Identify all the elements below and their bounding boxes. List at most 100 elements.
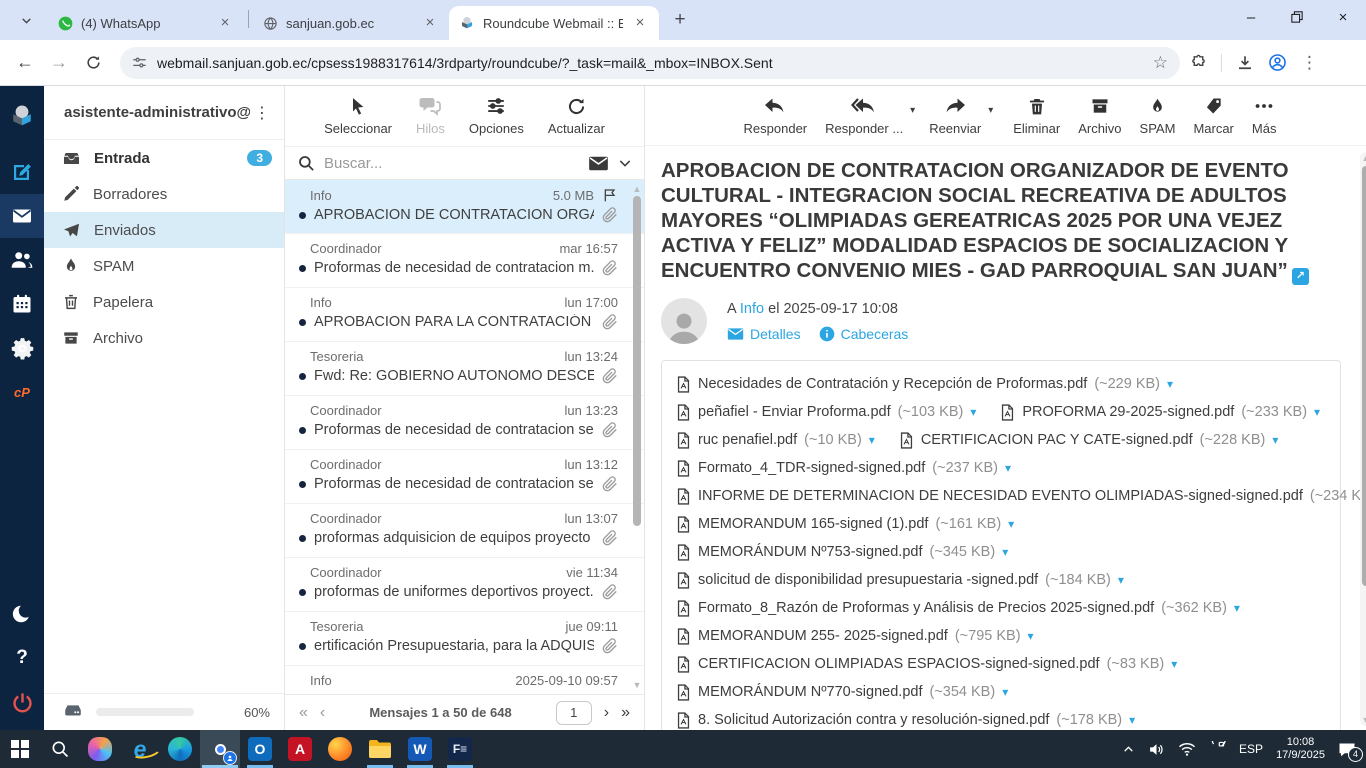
options-button[interactable]: Opciones (469, 93, 524, 146)
mail-nav-button[interactable] (0, 194, 44, 238)
scrollbar-thumb[interactable] (633, 196, 641, 526)
chrome-button[interactable] (200, 730, 240, 768)
address-bar[interactable]: webmail.sanjuan.gob.ec/cpsess1988317614/… (120, 47, 1180, 79)
attachment-menu-caret[interactable]: ▾ (1028, 629, 1034, 643)
refresh-button[interactable]: Actualizar (548, 93, 605, 146)
extensions-icon[interactable] (1190, 54, 1207, 71)
acrobat-button[interactable]: A (280, 730, 320, 768)
tray-chevron-icon[interactable] (1122, 743, 1135, 756)
threads-button[interactable]: Hilos (416, 93, 445, 146)
volume-icon[interactable] (1148, 741, 1165, 758)
site-settings-icon[interactable] (132, 55, 147, 70)
attachment-menu-caret[interactable]: ▾ (1005, 461, 1011, 475)
message-row[interactable]: Coordinadormar 16:57 Proformas de necesi… (285, 234, 644, 288)
internet-explorer-button[interactable]: e (120, 730, 160, 768)
tab-close-icon[interactable]: × (631, 14, 649, 32)
tab-close-icon[interactable]: × (421, 14, 439, 32)
tab-whatsapp[interactable]: (4) WhatsApp × (48, 6, 244, 40)
reply-all-menu-caret[interactable]: ▾ (910, 105, 915, 116)
attachment-menu-caret[interactable]: ▾ (869, 433, 875, 447)
attachment[interactable]: CERTIFICACION OLIMPIADAS ESPACIOS-signed… (676, 650, 1177, 678)
last-page-icon[interactable]: » (621, 704, 630, 722)
forward-menu-caret[interactable]: ▾ (988, 105, 993, 116)
attachment-menu-caret[interactable]: ▾ (1234, 601, 1240, 615)
attachment-menu-caret[interactable]: ▾ (1171, 657, 1177, 671)
attachment[interactable]: ruc penafiel.pdf(~10 KB)▾ (676, 426, 875, 454)
reply-button[interactable]: Responder (744, 93, 808, 145)
edge-button[interactable] (160, 730, 200, 768)
message-row[interactable]: Coordinadorlun 13:07 proformas adquisici… (285, 504, 644, 558)
next-page-icon[interactable]: › (604, 704, 609, 722)
attachment-menu-caret[interactable]: ▾ (970, 405, 976, 419)
cpanel-logo[interactable]: cP (0, 370, 44, 414)
word-button[interactable]: W (400, 730, 440, 768)
taskbar-search-button[interactable] (40, 730, 80, 768)
more-button[interactable]: Más (1252, 93, 1277, 145)
fes-app-button[interactable]: F≡ (440, 730, 480, 768)
window-minimize-button[interactable]: – (1228, 0, 1274, 34)
firefox-button[interactable] (320, 730, 360, 768)
folder-drafts[interactable]: Borradores (44, 176, 284, 212)
scroll-down-icon[interactable]: ▼ (632, 680, 642, 690)
delete-button[interactable]: Eliminar (1013, 93, 1060, 145)
calendar-nav-button[interactable] (0, 282, 44, 326)
attachment[interactable]: Formato_4_TDR-signed-signed.pdf(~237 KB)… (676, 454, 1011, 482)
message-row[interactable]: Info2025-09-10 09:57 (285, 666, 644, 694)
attachment[interactable]: MEMORANDUM 165-signed (1).pdf(~161 KB)▾ (676, 510, 1014, 538)
scroll-up-icon[interactable]: ▲ (1360, 153, 1366, 163)
attachment-menu-caret[interactable]: ▾ (1129, 713, 1135, 727)
folder-archive[interactable]: Archivo (44, 320, 284, 356)
scrollbar-thumb[interactable] (1362, 166, 1366, 586)
mark-button[interactable]: Marcar (1193, 93, 1233, 145)
spam-button[interactable]: SPAM (1140, 93, 1176, 145)
message-row[interactable]: Tesorerialun 13:24 Fwd: Re: GOBIERNO AUT… (285, 342, 644, 396)
select-button[interactable]: Seleccionar (324, 93, 392, 146)
browser-menu-icon[interactable]: ⋮ (1301, 53, 1318, 73)
scroll-down-icon[interactable]: ▼ (1360, 715, 1366, 725)
profile-icon[interactable] (1268, 53, 1287, 72)
first-page-icon[interactable]: « (299, 704, 308, 722)
attachment[interactable]: peñafiel - Enviar Proforma.pdf(~103 KB)▾ (676, 398, 976, 426)
message-row[interactable]: Coordinadorlun 13:23 Proformas de necesi… (285, 396, 644, 450)
tab-sanjuan[interactable]: sanjuan.gob.ec × (253, 6, 449, 40)
attachment[interactable]: MEMORÁNDUM Nº753-signed.pdf(~345 KB)▾ (676, 538, 1008, 566)
attachment-menu-caret[interactable]: ▾ (1167, 377, 1173, 391)
taskbar-clock[interactable]: 10:08 17/9/2025 (1276, 736, 1325, 762)
tab-search-chevron-icon[interactable] (12, 6, 40, 34)
attachment[interactable]: PROFORMA 29-2025-signed.pdf(~233 KB)▾ (1000, 398, 1320, 426)
copilot-button[interactable] (80, 730, 120, 768)
attachment-menu-caret[interactable]: ▾ (1118, 573, 1124, 587)
file-explorer-button[interactable] (360, 730, 400, 768)
message-row[interactable]: Coordinadorvie 11:34 proformas de unifor… (285, 558, 644, 612)
search-options-chevron-icon[interactable] (618, 156, 632, 170)
page-number-input[interactable] (556, 701, 592, 725)
recipient-link[interactable]: Info (740, 301, 764, 317)
bookmark-star-icon[interactable]: ☆ (1153, 53, 1168, 73)
tab-close-icon[interactable]: × (216, 14, 234, 32)
new-tab-button[interactable]: + (667, 7, 693, 33)
forward-button[interactable]: Reenviar ▾ (929, 93, 981, 145)
help-icon[interactable]: ? (0, 636, 44, 680)
wifi-icon[interactable] (1178, 741, 1196, 757)
back-button[interactable]: ← (10, 48, 40, 78)
account-menu-icon[interactable]: ⋮ (250, 103, 274, 123)
tab-roundcube-active[interactable]: Roundcube Webmail :: Enviados × (449, 6, 659, 40)
folder-trash[interactable]: Papelera (44, 284, 284, 320)
headers-link[interactable]: Cabeceras (819, 326, 909, 342)
message-row[interactable]: Info5.0 MB APROBACION DE CONTRATACION OR… (285, 180, 644, 234)
archive-button[interactable]: Archivo (1078, 93, 1121, 145)
message-row[interactable]: Tesoreriajue 09:11 ertificación Presupue… (285, 612, 644, 666)
dark-mode-icon[interactable] (0, 592, 44, 636)
folder-sent[interactable]: Enviados (44, 212, 284, 248)
meet-now-icon[interactable] (1209, 741, 1226, 758)
attachment-menu-caret[interactable]: ▾ (1002, 545, 1008, 559)
forward-button[interactable]: → (44, 48, 74, 78)
reply-all-button[interactable]: Responder ... ▾ (825, 93, 903, 145)
prev-page-icon[interactable]: ‹ (320, 704, 325, 722)
outlook-button[interactable]: O (240, 730, 280, 768)
language-indicator[interactable]: ESP (1239, 742, 1263, 756)
scroll-up-icon[interactable]: ▲ (632, 184, 642, 194)
search-input[interactable] (324, 155, 579, 172)
reload-button[interactable] (78, 48, 108, 78)
folder-spam[interactable]: SPAM (44, 248, 284, 284)
